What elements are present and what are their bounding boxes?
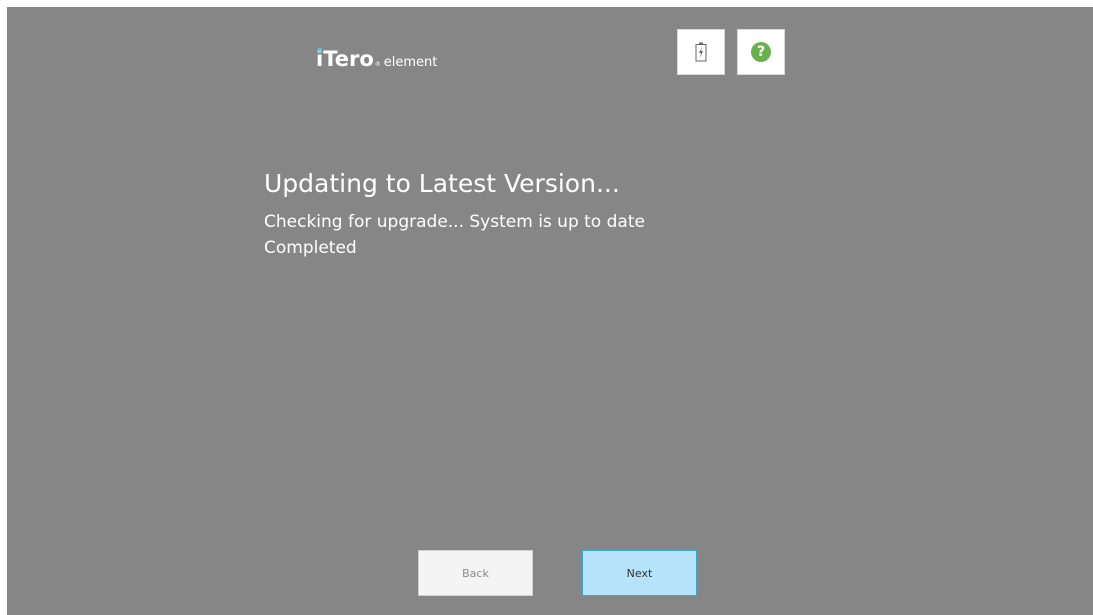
itero-logo: iTero ® element <box>316 47 437 77</box>
logo-brand-text: iTero <box>316 47 374 71</box>
status-message: Checking for upgrade... System is up to … <box>264 212 645 232</box>
help-icon: ? <box>751 42 771 62</box>
logo-dot <box>318 48 322 52</box>
logo-registered-mark: ® <box>374 61 381 68</box>
status-completed: Completed <box>264 238 357 258</box>
app-screen: iTero ® element ? Updating to Latest Ver… <box>7 7 1093 615</box>
next-button[interactable]: Next <box>582 550 697 596</box>
battery-button[interactable] <box>677 29 725 75</box>
page-title: Updating to Latest Version... <box>264 169 620 198</box>
battery-charging-icon <box>695 42 707 62</box>
logo-subtitle: element <box>383 55 438 70</box>
back-button[interactable]: Back <box>418 550 533 596</box>
help-button[interactable]: ? <box>737 29 785 75</box>
logo-brand: iTero <box>316 47 374 71</box>
